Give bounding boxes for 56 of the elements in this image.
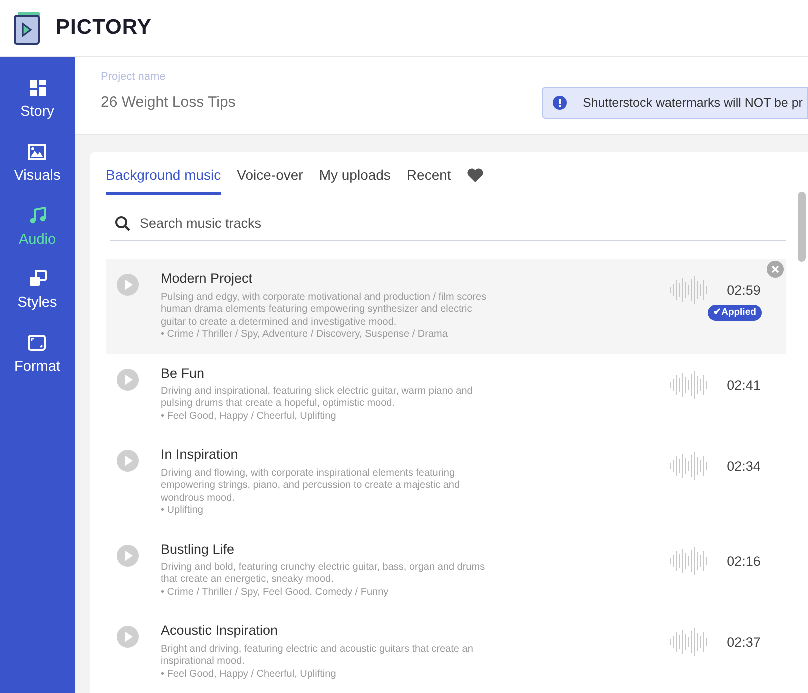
heart-icon: [467, 168, 484, 183]
notice-text: Shutterstock watermarks will NOT be pr: [583, 94, 803, 112]
tab[interactable]: Background music: [106, 165, 222, 195]
track-description: Bright and driving, featuring electric and acoustic guitars that create an inspirational mood.: [161, 644, 474, 668]
track-tags: • Feel Good, Happy / Cheerful, Uplifting: [161, 410, 496, 424]
track-title: Acoustic Inspiration: [161, 622, 280, 640]
search-field[interactable]: Search music tracks: [110, 206, 786, 242]
sidebar-item[interactable]: Styles: [18, 270, 58, 315]
close-icon[interactable]: [767, 261, 784, 278]
play-icon[interactable]: [116, 544, 140, 568]
track-row[interactable]: [106, 259, 786, 354]
track-description: Driving and flowing, with corporate inspirational elements featuring empowering strings, piano, and percussion to create a majestic and wondrous mood.: [161, 468, 462, 505]
grid-icon: [28, 79, 46, 97]
track-duration: 02:37: [727, 634, 761, 652]
sidebar-item[interactable]: Story: [20, 79, 54, 124]
track-tags: • Crime / Thriller / Spy, Feel Good, Comedy / Funny: [161, 586, 496, 600]
image-icon: [28, 142, 46, 161]
play-icon[interactable]: [116, 368, 140, 392]
project-name-field[interactable]: 26 Weight Loss Tips: [101, 92, 541, 114]
frame-icon: [28, 334, 46, 352]
track-duration: 02:41: [727, 376, 761, 394]
search-icon: [115, 216, 131, 232]
track-title: In Inspiration: [161, 446, 240, 464]
tab[interactable]: Voice-over: [237, 165, 304, 195]
track-description: Pulsing and edgy, with corporate motivational and production / film scores human drama elements featuring empowering synthesizer and electric guitar to create a determined and investigative mood.: [161, 292, 488, 329]
track-title: Bustling Life: [161, 540, 236, 559]
sidebar-item[interactable]: Visuals: [14, 142, 61, 188]
play-icon[interactable]: [116, 273, 140, 298]
field-label: Project name: [101, 70, 167, 85]
sidebar-item[interactable]: Format: [14, 334, 60, 379]
waveform-icon: [670, 546, 708, 576]
play-icon[interactable]: [116, 449, 140, 474]
overlapping-squares-icon: [28, 270, 46, 288]
waveform-icon: [670, 627, 708, 658]
track-title: Modern Project: [161, 270, 254, 288]
track-duration: 02:34: [727, 458, 761, 476]
applied-badge: ✔Applied: [708, 304, 762, 321]
waveform-icon: [670, 275, 708, 306]
logo-text: PICTORY: [56, 15, 152, 42]
tab[interactable]: My uploads: [319, 165, 391, 195]
info-icon: [553, 96, 567, 110]
track-description: Driving and inspirational, featuring slick electric guitar, warm piano and pulsing drums that create a hopeful, optimistic mood.: [161, 386, 474, 411]
music-note-icon: [28, 206, 46, 224]
waveform-icon: [670, 370, 708, 400]
track-tags: • Feel Good, Happy / Cheerful, Uplifting: [161, 668, 496, 681]
sidebar-item[interactable]: Audio: [18, 206, 56, 252]
play-icon[interactable]: [116, 625, 140, 650]
track-tags: • Crime / Thriller / Spy, Adventure / Discovery, Suspense / Drama: [161, 329, 496, 342]
tab[interactable]: Recent: [406, 165, 452, 195]
track-duration: 02:16: [727, 552, 761, 570]
track-description: Driving and bold, featuring crunchy electric guitar, bass, organ and drums that create an energetic, sneaky mood.: [161, 562, 486, 587]
track-tags: • Uplifting: [161, 505, 496, 518]
waveform-icon: [670, 451, 708, 482]
scrollbar[interactable]: [798, 192, 806, 262]
track-title: Be Fun: [161, 364, 206, 382]
track-duration: 02:59: [727, 282, 761, 300]
